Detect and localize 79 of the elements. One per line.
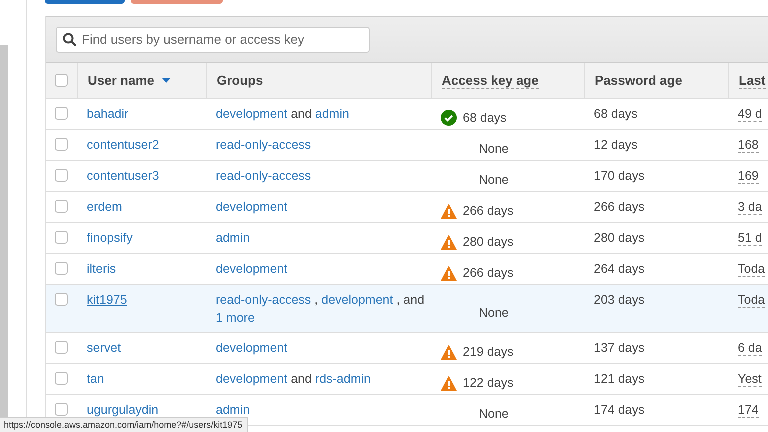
group-link[interactable]: development (216, 372, 288, 386)
last-activity: 51 d (738, 231, 762, 246)
search-icon (63, 32, 77, 46)
status-url: https://console.aws.amazon.com/iam/home?#/users/kit1975 (0, 417, 248, 432)
password-age: 203 days (594, 293, 645, 307)
last-activity: 6 da (738, 341, 762, 356)
row-checkbox[interactable] (55, 262, 68, 275)
group-separator: and (291, 107, 312, 121)
column-header[interactable]: Groups (217, 73, 264, 88)
group-link[interactable]: development (216, 341, 288, 355)
row-checkbox[interactable] (55, 372, 68, 385)
password-age: 266 days (594, 200, 645, 214)
group-link[interactable]: development (216, 262, 288, 276)
user-name-link[interactable]: bahadir (87, 107, 129, 121)
password-age: 68 days (594, 107, 638, 121)
user-name-link[interactable]: servet (87, 341, 122, 355)
access-key-age: None (478, 407, 509, 421)
last-activity: Yest (738, 372, 762, 387)
group-link[interactable]: development (216, 107, 288, 121)
row-checkbox[interactable] (55, 403, 68, 416)
last-activity: 168 (738, 138, 759, 153)
group-link[interactable]: admin (216, 403, 250, 417)
last-activity: 169 (738, 169, 759, 184)
password-age: 121 days (594, 372, 645, 386)
column-header[interactable]: Access key age (442, 72, 539, 88)
row-checkbox[interactable] (55, 200, 68, 213)
last-activity: Toda (738, 293, 766, 308)
last-activity: Toda (738, 262, 766, 277)
password-age: 12 days (594, 138, 638, 152)
user-name-link[interactable]: ugurgulaydin (87, 403, 159, 417)
last-activity: 3 da (738, 200, 762, 215)
row-checkbox[interactable] (55, 138, 68, 151)
group-link[interactable]: development (216, 200, 288, 214)
row-checkbox[interactable] (55, 341, 68, 354)
group-link[interactable]: rds-admin (315, 372, 371, 386)
last-activity: 174 (738, 403, 759, 418)
access-key-age: 219 days (463, 345, 514, 359)
group-separator: , (314, 293, 318, 307)
group-link[interactable]: admin (216, 231, 250, 245)
password-age: 174 days (594, 403, 645, 417)
group-link[interactable]: development (322, 293, 394, 307)
access-key-age: 266 days (463, 266, 514, 280)
access-key-age: 266 days (463, 204, 514, 218)
user-name-link[interactable]: erdem (87, 200, 122, 214)
user-name-link[interactable]: contentuser2 (87, 138, 160, 152)
user-name-link[interactable]: finopsify (87, 231, 133, 245)
access-key-age: None (478, 306, 509, 320)
group-link[interactable]: admin (315, 107, 350, 121)
user-name-link[interactable]: kit1975 (87, 293, 128, 307)
row-checkbox[interactable] (55, 169, 68, 182)
row-checkbox[interactable] (55, 231, 68, 244)
access-key-age: 122 days (463, 376, 514, 390)
group-link[interactable]: 1 more (216, 311, 255, 325)
user-name-link[interactable]: tan (87, 372, 104, 386)
search-field[interactable]: Find users by username or access key (56, 26, 370, 52)
password-age: 280 days (594, 231, 645, 245)
user-name-link[interactable]: ilteris (87, 262, 116, 276)
password-age: 137 days (594, 341, 645, 355)
access-key-age: 280 days (463, 235, 514, 249)
sort-caret-icon[interactable] (162, 78, 172, 83)
group-separator: and (291, 372, 312, 386)
group-link[interactable]: read-only-access (216, 293, 312, 307)
access-key-age: None (478, 173, 509, 187)
password-age: 264 days (594, 262, 645, 276)
last-activity: 49 d (738, 107, 762, 122)
group-link[interactable]: read-only-access (216, 138, 312, 152)
row-checkbox[interactable] (55, 293, 68, 306)
select-all-checkbox[interactable] (55, 74, 68, 87)
column-header[interactable]: Last (739, 72, 766, 88)
column-header[interactable]: User name (88, 73, 154, 88)
access-key-age: 68 days (463, 111, 507, 125)
column-header[interactable]: Password age (595, 73, 682, 88)
access-key-age: None (478, 142, 509, 156)
group-separator: and (404, 293, 425, 307)
group-separator: , (396, 293, 400, 307)
user-name-link[interactable]: contentuser3 (87, 169, 160, 183)
password-age: 170 days (594, 169, 645, 183)
group-link[interactable]: read-only-access (216, 169, 312, 183)
row-checkbox[interactable] (55, 107, 68, 120)
